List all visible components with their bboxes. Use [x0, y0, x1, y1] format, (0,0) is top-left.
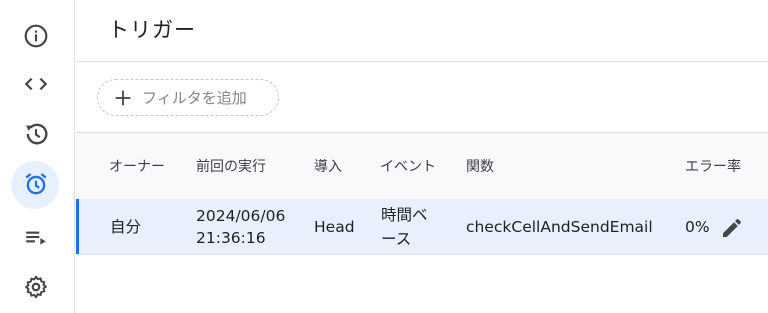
plus-icon [115, 90, 131, 105]
table-bottom-divider [76, 254, 768, 255]
sidebar-item-editor[interactable] [10, 62, 62, 106]
alarm-icon [25, 173, 47, 195]
gear-icon [25, 275, 47, 299]
cell-last-run-date: 2024/06/06 [196, 207, 286, 225]
cell-error-rate: 0% [685, 218, 710, 236]
add-filter-button[interactable]: フィルタを追加 [97, 79, 279, 116]
column-header-owner[interactable]: オーナー [109, 156, 165, 176]
cell-function: checkCellAndSendEmail [466, 218, 653, 236]
column-header-deployment[interactable]: 導入 [314, 156, 342, 176]
selected-row-indicator [76, 199, 79, 254]
page-title: トリガー [108, 18, 196, 42]
playlist-icon [26, 231, 46, 245]
sidebar-item-triggers[interactable] [10, 161, 62, 209]
column-header-last-run[interactable]: 前回の実行 [196, 156, 266, 176]
sidebar-item-settings[interactable] [10, 265, 62, 309]
sidebar-item-playlist[interactable] [10, 215, 62, 259]
cell-event-line2: ース [381, 230, 412, 248]
cell-owner: 自分 [110, 218, 142, 236]
sidebar-item-overview[interactable] [10, 14, 62, 58]
title-divider [76, 61, 768, 62]
sidebar [0, 0, 75, 313]
cell-deployment: Head [314, 218, 355, 236]
sidebar-item-executions[interactable] [10, 112, 62, 156]
column-header-event[interactable]: イベント [380, 156, 436, 176]
edit-icon[interactable] [720, 216, 744, 240]
add-filter-label: フィルタを追加 [142, 89, 247, 107]
column-header-function[interactable]: 関数 [466, 156, 494, 176]
column-header-error-rate[interactable]: エラー率 [685, 156, 741, 176]
code-icon [24, 77, 48, 91]
info-icon [24, 24, 48, 48]
cell-event-line1: 時間ベ [381, 206, 428, 224]
cell-last-run-time: 21:36:16 [196, 229, 266, 247]
history-icon [26, 123, 48, 145]
